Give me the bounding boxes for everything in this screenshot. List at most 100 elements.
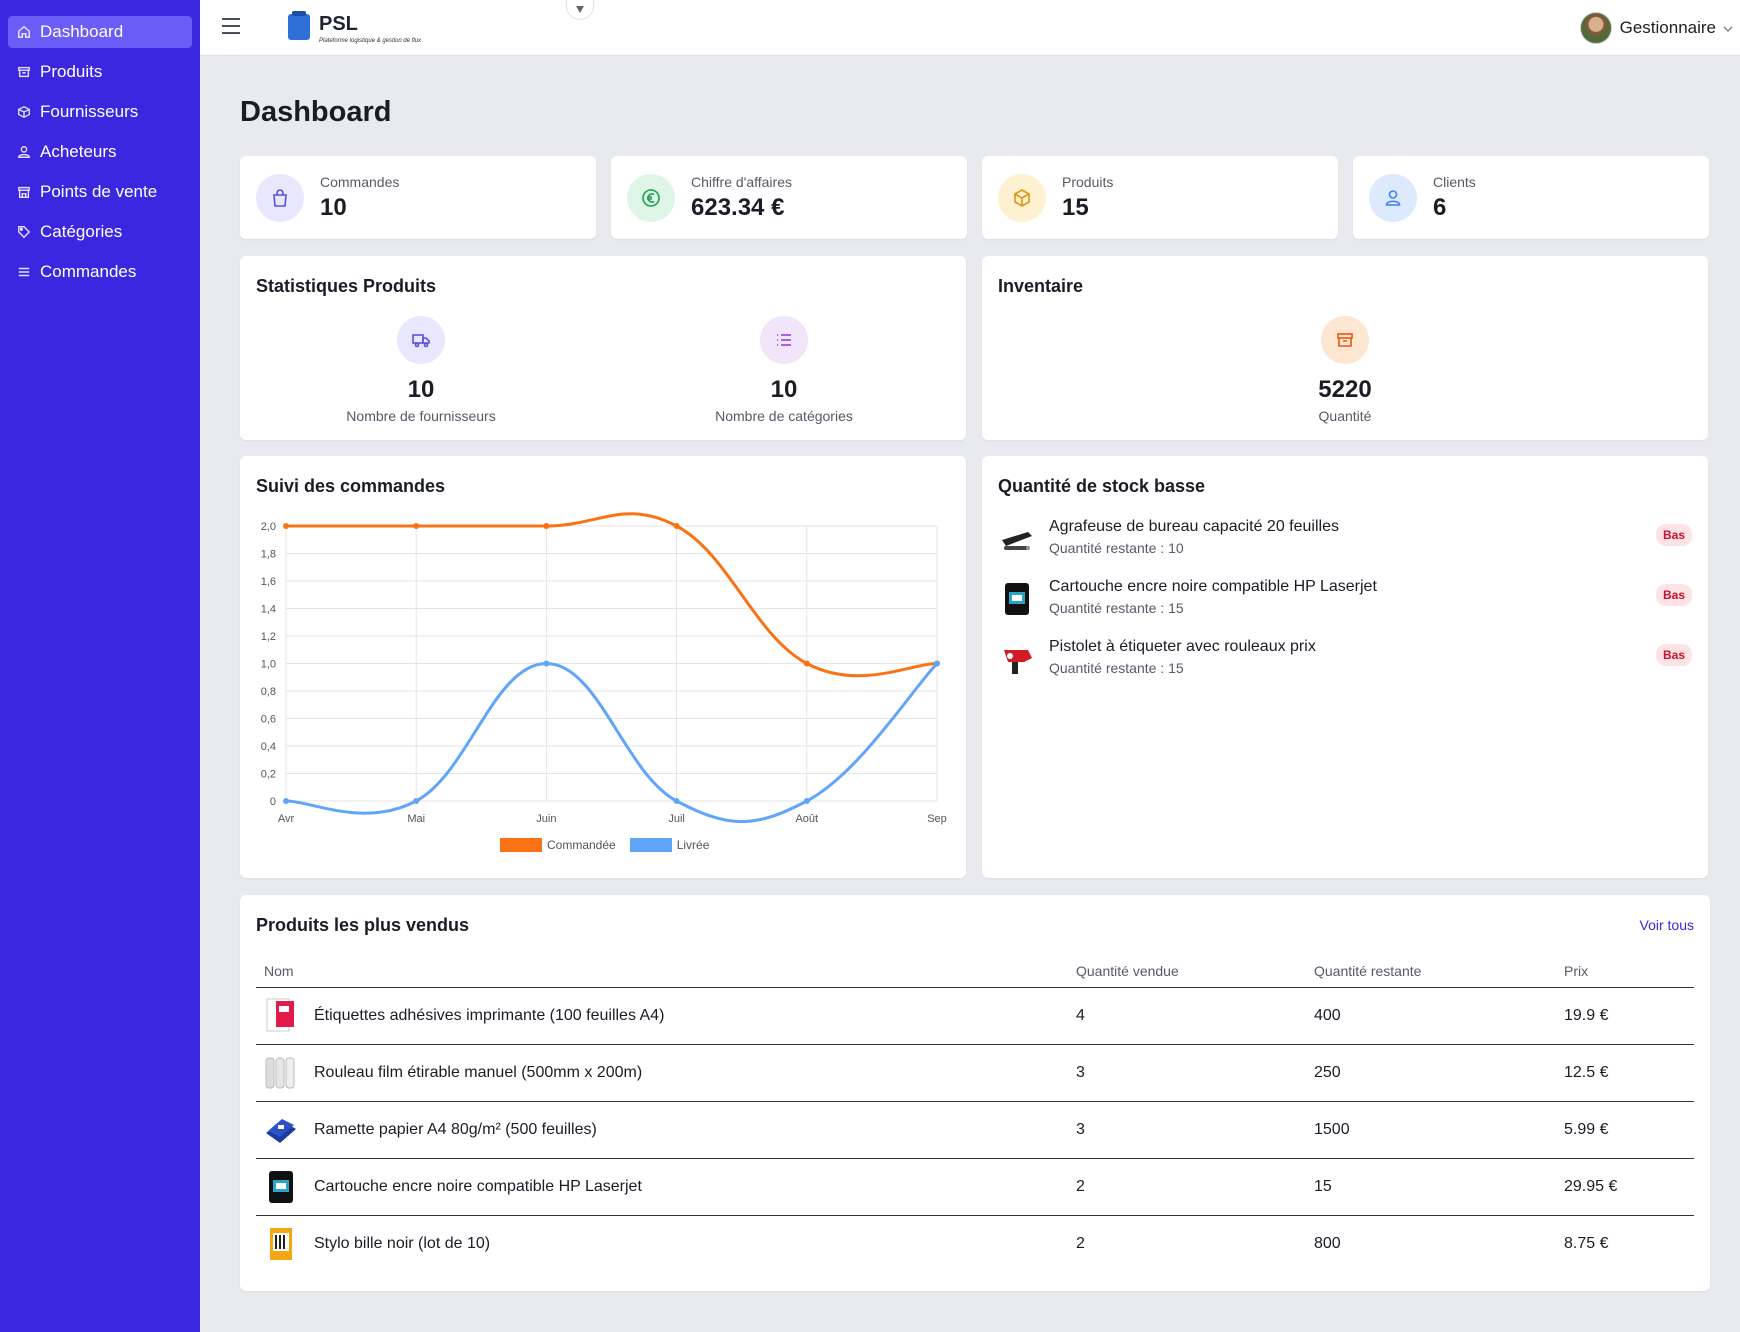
brand-tagline: Plateforme logistique & gestion de flux bbox=[319, 38, 422, 44]
data-point bbox=[283, 798, 289, 804]
chevron-down-icon bbox=[576, 5, 584, 13]
sidebar-item-points-de-vente[interactable]: Points de vente bbox=[8, 176, 192, 208]
data-point bbox=[543, 523, 550, 529]
shopping-bag-icon bbox=[256, 173, 304, 222]
data-point bbox=[803, 798, 810, 804]
topbar: PSL Plateforme logistique & gestion de f… bbox=[200, 0, 1740, 56]
store-icon bbox=[16, 184, 32, 200]
sidebar: Dashboard Produits Fournisseurs Acheteur… bbox=[0, 0, 200, 1332]
legend-label: Livrée bbox=[676, 838, 710, 852]
table-row[interactable]: Ramette papier A4 80g/m² (500 feuilles) … bbox=[256, 1101, 1694, 1159]
list-item[interactable]: Cartouche encre noire compatible HP Lase… bbox=[998, 576, 1692, 624]
table-row[interactable]: Cartouche encre noire compatible HP Lase… bbox=[256, 1158, 1694, 1216]
sold-cell: 4 bbox=[1068, 987, 1306, 1045]
y-tick-label: 1,8 bbox=[261, 549, 276, 561]
product-qty: Quantité restante : 15 bbox=[1049, 660, 1184, 676]
data-point bbox=[543, 660, 550, 667]
sidebar-item-dashboard[interactable]: Dashboard bbox=[8, 16, 192, 48]
metric-label: Nombre de catégories bbox=[715, 408, 853, 424]
remaining-cell: 15 bbox=[1306, 1158, 1556, 1216]
sidebar-item-categories[interactable]: Catégories bbox=[8, 216, 192, 248]
status-badge: Bas bbox=[1655, 524, 1692, 546]
inventory-metric: 5220 Quantité bbox=[1225, 316, 1465, 424]
orders-line-chart: 0 0,2 0,4 0,6 0,8 1,0 1,2 1,4 1,6 1,8 2,0 Avr Mai Jui… bbox=[261, 512, 947, 825]
chart-legend: Commandée Livrée bbox=[500, 838, 709, 852]
legend-swatch-commandee bbox=[500, 838, 542, 852]
table-row[interactable]: Rouleau film étirable manuel (500mm x 20… bbox=[256, 1044, 1694, 1102]
remaining-cell: 250 bbox=[1306, 1044, 1556, 1102]
table-row[interactable]: Étiquettes adhésives imprimante (100 feu… bbox=[256, 987, 1694, 1045]
column-header-quantite-vendue: Quantité vendue bbox=[1068, 955, 1306, 988]
column-header-prix: Prix bbox=[1556, 955, 1694, 988]
table-header-row: Nom Quantité vendue Quantité restante Pr… bbox=[256, 955, 1694, 988]
metric-value: 10 bbox=[770, 376, 798, 403]
sidebar-item-fournisseurs[interactable]: Fournisseurs bbox=[8, 96, 192, 128]
sidebar-item-label: Fournisseurs bbox=[40, 102, 139, 121]
suppliers-metric: 10 Nombre de fournisseurs bbox=[301, 316, 541, 424]
x-tick-label: Juil bbox=[668, 813, 685, 825]
stat-card-clients: Clients 6 bbox=[1353, 156, 1709, 239]
ink-cartridge-thumbnail bbox=[269, 1170, 293, 1203]
data-point bbox=[673, 798, 680, 804]
data-point bbox=[413, 523, 420, 529]
sidebar-item-commandes[interactable]: Commandes bbox=[8, 256, 192, 288]
sidebar-item-produits[interactable]: Produits bbox=[8, 56, 192, 88]
user-icon bbox=[16, 144, 32, 160]
page-title: Dashboard bbox=[240, 96, 392, 128]
sidebar-item-label: Commandes bbox=[40, 262, 137, 281]
topbar-collapse-toggle[interactable] bbox=[566, 0, 594, 20]
product-name: Agrafeuse de bureau capacité 20 feuilles bbox=[1049, 518, 1339, 535]
sidebar-item-label: Catégories bbox=[40, 222, 123, 241]
euro-icon bbox=[627, 173, 675, 222]
column-header-quantite-restante: Quantité restante bbox=[1306, 955, 1556, 988]
product-qty: Quantité restante : 10 bbox=[1049, 540, 1184, 556]
archive-icon bbox=[1321, 316, 1369, 364]
x-tick-label: Avr bbox=[278, 813, 295, 825]
user-menu[interactable]: Gestionnaire bbox=[1579, 12, 1734, 44]
list-item[interactable]: Agrafeuse de bureau capacité 20 feuilles… bbox=[998, 516, 1692, 564]
y-tick-label: 0 bbox=[270, 796, 276, 808]
price-cell: 8.75 € bbox=[1564, 1234, 1609, 1252]
stat-value: 623.34 € bbox=[691, 193, 785, 221]
best-sellers-table: Nom Quantité vendue Quantité restante Pr… bbox=[256, 955, 1694, 1272]
stat-card-commandes: Commandes 10 bbox=[240, 156, 596, 239]
menu-toggle-button[interactable] bbox=[222, 18, 242, 38]
sidebar-item-acheteurs[interactable]: Acheteurs bbox=[8, 136, 192, 168]
y-tick-label: 0,8 bbox=[261, 686, 276, 698]
sidebar-item-label: Acheteurs bbox=[40, 142, 117, 161]
card-title: Produits les plus vendus bbox=[256, 915, 470, 935]
stat-value: 15 bbox=[1062, 193, 1089, 221]
sold-cell: 3 bbox=[1068, 1101, 1306, 1159]
metric-label: Nombre de fournisseurs bbox=[346, 408, 496, 424]
price-cell: 19.9 € bbox=[1556, 987, 1694, 1045]
stat-label: Clients bbox=[1433, 173, 1476, 190]
card-title: Statistiques Produits bbox=[256, 276, 437, 296]
home-icon bbox=[16, 24, 32, 40]
label-sheets-thumbnail bbox=[266, 998, 294, 1031]
data-point bbox=[934, 660, 940, 667]
list-item[interactable]: Pistolet à étiqueter avec rouleaux prix … bbox=[998, 636, 1692, 684]
column-header-nom: Nom bbox=[256, 955, 1068, 988]
avatar bbox=[1579, 12, 1612, 44]
x-tick-label: Juin bbox=[536, 813, 556, 825]
ink-cartridge-thumbnail bbox=[1005, 583, 1029, 615]
categories-metric: 10 Nombre de catégories bbox=[664, 316, 904, 424]
cube-icon bbox=[998, 173, 1046, 222]
product-name: Ramette papier A4 80g/m² (500 feuilles) bbox=[314, 1120, 597, 1138]
brand-logo[interactable]: PSL Plateforme logistique & gestion de f… bbox=[288, 11, 422, 44]
price-cell: 5.99 € bbox=[1556, 1101, 1694, 1159]
user-icon bbox=[1369, 173, 1417, 222]
product-name: Cartouche encre noire compatible HP Lase… bbox=[1049, 578, 1377, 595]
stat-label: Produits bbox=[1062, 173, 1114, 190]
labeler-gun-thumbnail bbox=[1004, 650, 1032, 674]
metric-value: 5220 bbox=[1318, 376, 1372, 403]
y-tick-label: 1,6 bbox=[261, 576, 276, 588]
inventory-card: Inventaire 5220 Quantité bbox=[982, 256, 1708, 440]
x-tick-label: Mai bbox=[407, 813, 425, 825]
table-row[interactable]: Stylo bille noir (lot de 10) 2 800 8.75 … bbox=[256, 1215, 1694, 1272]
product-stats-card: Statistiques Produits 10 Nombre de fourn… bbox=[240, 256, 966, 440]
stapler-thumbnail bbox=[1002, 532, 1032, 550]
view-all-link[interactable]: Voir tous bbox=[1640, 917, 1694, 933]
sidebar-item-label: Produits bbox=[40, 62, 103, 81]
stat-label: Chiffre d'affaires bbox=[691, 173, 792, 190]
